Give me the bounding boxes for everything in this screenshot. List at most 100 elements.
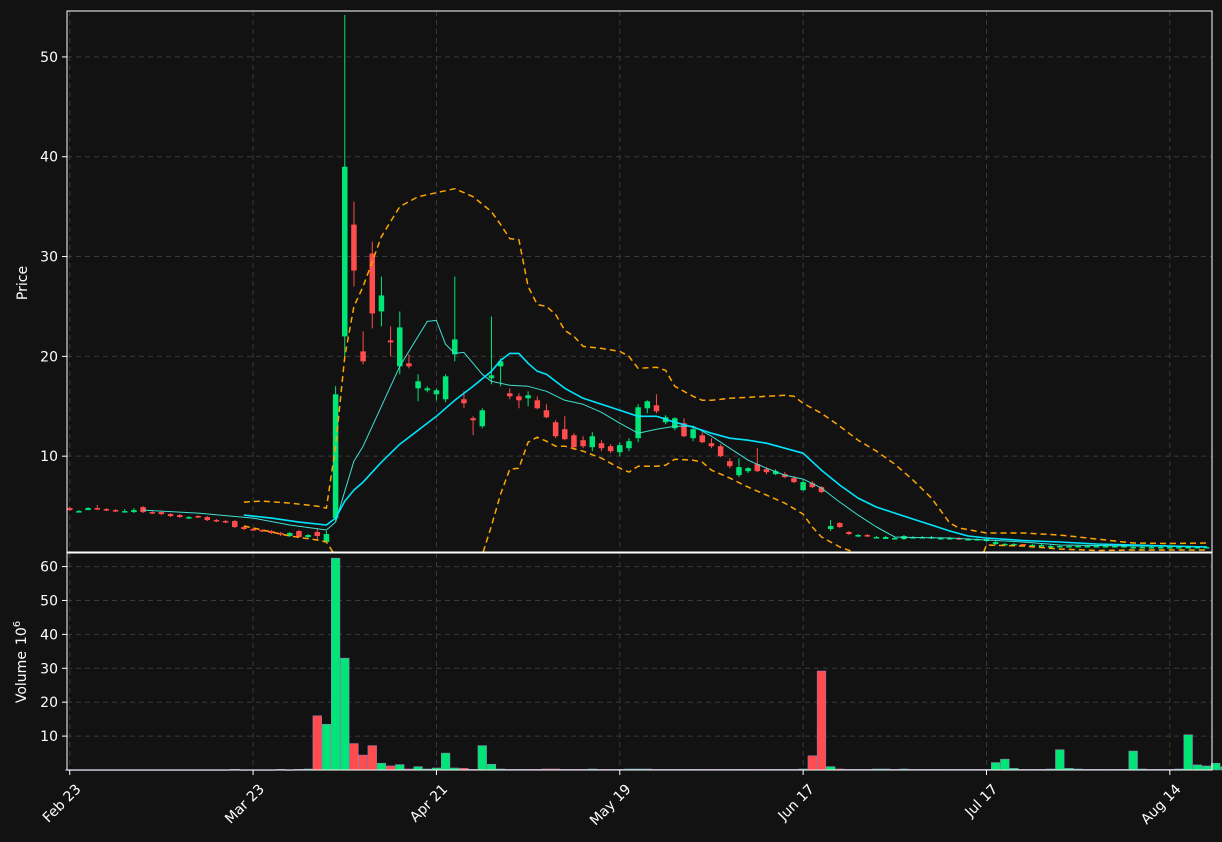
candle-down <box>580 440 586 447</box>
figure-background <box>0 0 1222 842</box>
candle-up <box>745 468 751 472</box>
candle-down <box>103 509 110 511</box>
candle-down <box>222 521 229 523</box>
chart-figure: 10 20 30 40 50 10 20 30 40 50 60 Feb 23 Mar 23 Apr 21… <box>0 0 1222 842</box>
candle-down <box>534 400 541 409</box>
candle-up <box>1176 547 1182 549</box>
candle-up <box>397 327 403 367</box>
candle-down <box>167 514 174 517</box>
candle-down <box>296 531 302 538</box>
candle-down <box>562 429 568 440</box>
candle-up <box>525 395 531 399</box>
candle-down <box>314 532 321 537</box>
candle-up <box>186 517 192 519</box>
candle-up <box>76 511 82 513</box>
volume-bar <box>477 745 487 771</box>
candle-up <box>342 166 348 337</box>
candle-up <box>873 537 880 539</box>
candle-down <box>543 410 550 418</box>
price-tick-label: 30 <box>40 250 58 266</box>
volume-tick-label: 60 <box>40 560 58 576</box>
candle-down <box>195 516 201 518</box>
volume-bar <box>330 557 341 771</box>
candle-up <box>1167 547 1173 549</box>
candle-up <box>442 376 449 400</box>
candle-up <box>1139 547 1146 549</box>
volume-bar <box>991 762 1001 771</box>
volume-axis-exponent-base: 10 <box>14 627 30 645</box>
candle-down <box>571 435 577 448</box>
candle-up <box>1148 547 1155 549</box>
candle-up <box>882 537 889 540</box>
candle-up <box>1093 546 1100 548</box>
volume-bar <box>1128 750 1138 771</box>
volume-bar <box>826 766 836 771</box>
candle-down <box>250 529 256 531</box>
candle-down <box>67 508 73 511</box>
candle-up <box>736 467 742 476</box>
price-tick-label: 40 <box>40 150 58 166</box>
volume-bar <box>395 764 405 771</box>
candle-up <box>85 508 91 511</box>
volume-bar <box>349 743 359 771</box>
volume-bar <box>367 745 377 771</box>
volume-axis-exponent-power: 6 <box>12 621 23 627</box>
candle-up <box>690 429 696 439</box>
candle-up <box>433 390 440 395</box>
volume-axis-title: Volume 106 <box>12 621 30 703</box>
candle-up <box>800 482 806 491</box>
candle-down <box>791 478 797 483</box>
candle-up <box>122 511 128 513</box>
price-tick-label: 10 <box>40 449 58 465</box>
candle-up <box>1084 546 1091 548</box>
volume-bar <box>376 762 387 771</box>
candle-down <box>177 515 183 518</box>
volume-bar <box>340 657 350 771</box>
volume-tick-label: 30 <box>40 661 58 677</box>
candlestick-volume-chart: 1020304050102030405060Feb 23 Mar 23 Apr 21… <box>0 0 1222 842</box>
candle-down <box>204 517 211 521</box>
volume-axis-label: Volume <box>14 651 30 703</box>
candle-down <box>387 340 394 343</box>
volume-bar <box>1201 765 1212 771</box>
candle-up <box>1047 546 1054 548</box>
candle-up <box>1038 545 1045 547</box>
volume-tick-label: 40 <box>40 627 58 643</box>
candle-down <box>158 512 165 515</box>
candle-up <box>479 410 486 427</box>
candle-down <box>552 422 559 437</box>
candle-down <box>232 521 238 528</box>
candle-down <box>846 532 852 535</box>
volume-bar <box>816 670 827 771</box>
candle-down <box>516 396 522 401</box>
candle-up <box>827 526 834 530</box>
candle-up <box>1102 546 1109 548</box>
candle-up <box>1066 546 1072 548</box>
volume-tick-label: 20 <box>40 695 58 711</box>
candle-down <box>213 520 220 522</box>
candle-up <box>488 375 495 379</box>
candle-down <box>708 443 715 447</box>
volume-bar <box>321 723 332 771</box>
candle-up <box>992 542 999 545</box>
candle-up <box>589 436 596 448</box>
candle-up <box>626 441 632 449</box>
candle-up <box>892 538 898 540</box>
candle-down <box>763 469 770 473</box>
candle-down <box>112 510 119 512</box>
candle-up <box>1157 547 1164 549</box>
candle-up <box>415 381 421 389</box>
volume-bar <box>386 765 396 771</box>
volume-bar <box>1055 749 1065 771</box>
candle-down <box>94 508 101 510</box>
candle-up <box>1075 546 1081 548</box>
candle-down <box>470 418 476 421</box>
candle-down <box>351 224 357 271</box>
volume-bar <box>1192 764 1202 771</box>
candle-up <box>644 401 651 409</box>
candle-down <box>598 443 605 449</box>
candle-up <box>378 295 385 312</box>
candle-down <box>837 523 843 528</box>
candle-down <box>140 507 146 513</box>
candle-up <box>1130 547 1136 549</box>
